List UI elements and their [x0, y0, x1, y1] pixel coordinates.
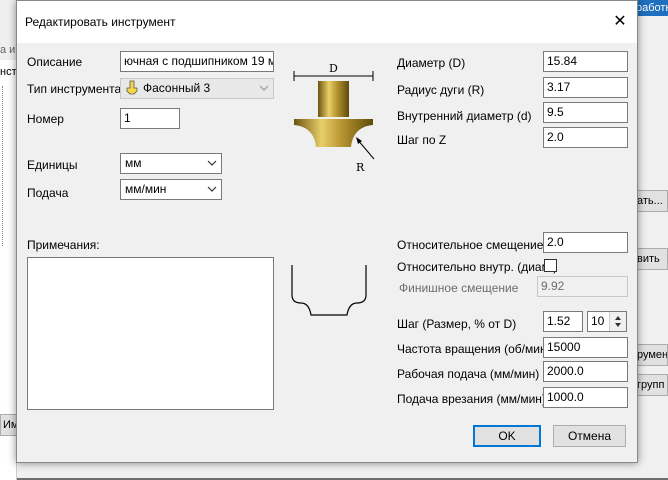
chevron-down-icon — [207, 160, 217, 166]
form-tool-icon — [124, 80, 140, 101]
close-button[interactable]: ✕ — [611, 13, 629, 31]
bg-right-panel — [636, 0, 668, 478]
diagram-label-d: D — [329, 62, 338, 75]
notes-textarea[interactable] — [27, 257, 274, 410]
bg-right-header: работк — [636, 0, 668, 16]
relative-inner-label: Относительно внутр. (диам.) — [397, 260, 558, 274]
cancel-button[interactable]: Отмена — [553, 425, 626, 447]
dialog-title: Редактировать инструмент — [25, 15, 176, 29]
notes-label: Примечания: — [27, 238, 100, 252]
plunge-input[interactable]: 1000.0 — [543, 387, 628, 408]
feedrate-input[interactable]: 2000.0 — [543, 361, 628, 382]
chevron-down-icon — [207, 186, 217, 192]
spindle-label: Частота вращения (об/мин) — [397, 342, 551, 356]
tool-diagram — [293, 71, 375, 160]
feed-value: мм/мин — [125, 182, 167, 196]
diameter-label: Диаметр (D) — [397, 56, 466, 70]
chevron-down-icon — [259, 85, 269, 91]
relative-inner-checkbox[interactable] — [544, 259, 557, 272]
description-label: Описание — [27, 55, 83, 69]
description-input[interactable]: ючная с подшипником 19 мм — [120, 51, 274, 72]
bg-button-group[interactable]: групп — [634, 374, 668, 396]
stepz-label: Шаг по Z — [397, 133, 447, 147]
feed-label: Подача — [27, 186, 69, 200]
units-value: мм — [125, 156, 142, 170]
spin-buttons[interactable] — [609, 312, 626, 331]
bg-button-edit[interactable]: ать... — [634, 190, 668, 212]
finish-offset-input: 9.92 — [537, 276, 628, 297]
offset-input[interactable]: 2.0 — [543, 232, 628, 253]
spin-arrows-icon — [615, 316, 621, 327]
spindle-input[interactable]: 15000 — [543, 337, 628, 358]
bg-tree-lines — [2, 86, 13, 246]
tool-type-value: Фасонный 3 — [143, 81, 211, 95]
inner-diameter-input[interactable]: 9.5 — [543, 102, 628, 123]
step-label: Шаг (Размер, % от D) — [397, 317, 517, 331]
plunge-label: Подача врезания (мм/мин) — [397, 392, 546, 406]
diagram-label-r: R — [356, 161, 365, 174]
bg-button-add[interactable]: вить — [634, 248, 668, 270]
bg-button-tool[interactable]: румен — [634, 344, 668, 366]
radius-label: Радиус дуги (R) — [397, 83, 485, 97]
step-percent-spinner[interactable]: 10 — [587, 311, 627, 332]
units-label: Единицы — [27, 158, 78, 172]
number-input[interactable]: 1 — [120, 108, 180, 129]
number-label: Номер — [27, 112, 64, 126]
stepz-input[interactable]: 2.0 — [543, 127, 628, 148]
inner-diameter-label: Внутренний диаметр (d) — [397, 109, 532, 123]
radius-input[interactable]: 3.17 — [543, 77, 628, 98]
feedrate-label: Рабочая подача (мм/мин) — [397, 367, 540, 381]
feed-select[interactable]: мм/мин — [120, 179, 222, 200]
finish-offset-label: Финишное смещение — [399, 281, 519, 295]
step-input[interactable]: 1.52 — [543, 311, 583, 332]
step-percent-value: 10 — [591, 314, 605, 328]
title-bar: Редактировать инструмент ✕ — [17, 1, 637, 43]
units-select[interactable]: мм — [120, 153, 222, 174]
profile-diagram — [291, 265, 367, 316]
tool-type-select[interactable]: Фасонный 3 — [120, 78, 274, 99]
offset-label: Относительное смещение — [397, 238, 544, 252]
diameter-input[interactable]: 15.84 — [543, 51, 628, 72]
tool-type-label: Тип инструмента — [27, 82, 122, 96]
ok-button[interactable]: OK — [473, 425, 541, 447]
edit-tool-dialog: Редактировать инструмент ✕ Описание ючна… — [16, 0, 638, 463]
